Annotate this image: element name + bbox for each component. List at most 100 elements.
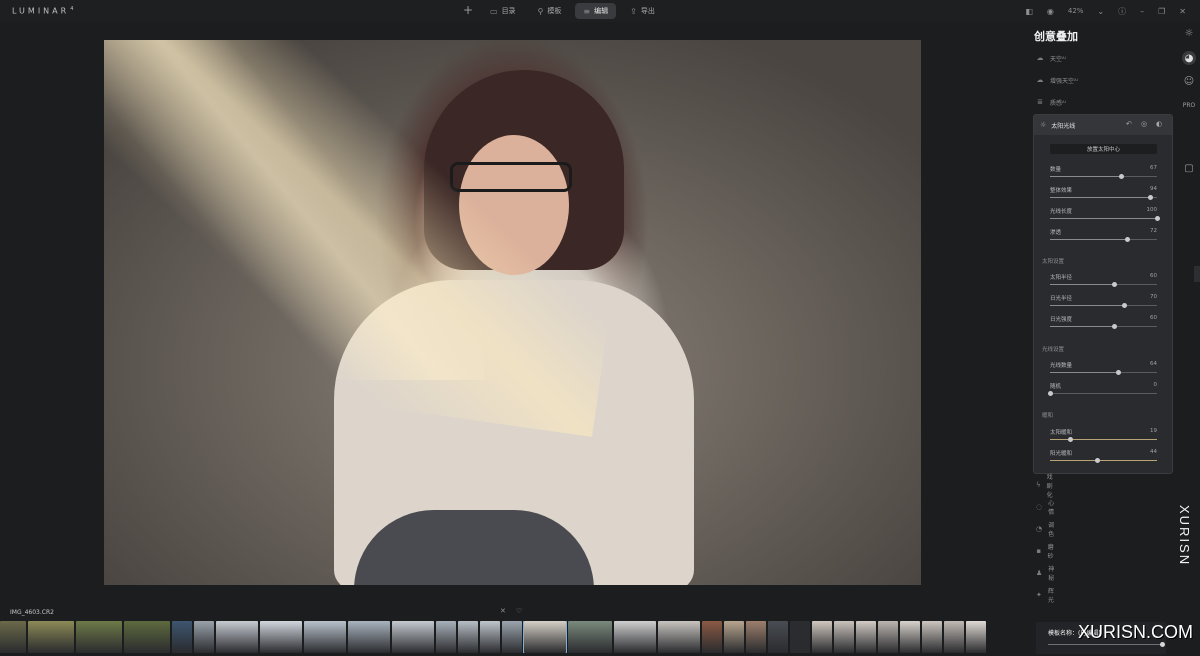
slider-knob[interactable] <box>1124 237 1130 242</box>
heart-icon[interactable]: ♡ <box>516 607 522 615</box>
filmstrip-thumbnail[interactable] <box>480 621 500 653</box>
tool-mood[interactable]: ◌ 心情 <box>1036 500 1056 516</box>
slider-knob[interactable] <box>1115 370 1121 375</box>
reset-icon[interactable]: ↶ <box>1126 120 1132 128</box>
tool-texture[interactable]: ≣ 质感ᴬᴵ <box>1036 95 1066 109</box>
slider-ray-count[interactable]: 光线数量 64 <box>1050 361 1157 379</box>
close-icon[interactable]: ✕ <box>1179 7 1186 16</box>
filmstrip-thumbnail[interactable] <box>124 621 170 653</box>
filmstrip-thumbnail[interactable] <box>568 621 612 653</box>
filmstrip-thumbnail[interactable] <box>172 621 192 653</box>
palette-icon[interactable]: ◕ <box>1182 51 1196 65</box>
tab-export[interactable]: ⇪ 导出 <box>622 3 663 19</box>
slider-ray-length[interactable]: 光线长度 100 <box>1050 207 1160 225</box>
filmstrip-thumbnail[interactable] <box>834 621 854 653</box>
slider-knob[interactable] <box>1148 195 1154 200</box>
filmstrip-thumbnail[interactable] <box>194 621 214 653</box>
slider-knob[interactable] <box>1067 437 1073 442</box>
filmstrip-thumbnail[interactable] <box>702 621 722 653</box>
watermark-vertical: XURISN <box>1177 505 1192 567</box>
filmstrip-thumbnail[interactable] <box>348 621 390 653</box>
filmstrip-thumbnail[interactable] <box>76 621 122 653</box>
filmstrip-thumbnail[interactable] <box>216 621 258 653</box>
slider-knob[interactable] <box>1154 216 1160 221</box>
filmstrip-thumbnail[interactable] <box>614 621 656 653</box>
smile-icon[interactable]: ☺ <box>1182 74 1196 88</box>
tool-augmented-sky[interactable]: ☁ 增强天空ᴬᴵ <box>1036 73 1078 87</box>
filmstrip-thumbnail[interactable] <box>392 621 434 653</box>
restore-icon[interactable]: ❐ <box>1158 7 1165 16</box>
slider-knob[interactable] <box>1111 324 1117 329</box>
filmstrip-thumbnail[interactable] <box>502 621 522 653</box>
slider-amount[interactable]: 数量 67 <box>1050 165 1157 183</box>
slider-label: 日光半径 <box>1050 296 1073 302</box>
slider-sun-warmth[interactable]: 太阳暖和 19 <box>1050 428 1157 446</box>
tool-mystical[interactable]: ♟ 神秘 <box>1036 566 1056 582</box>
filmstrip-thumbnail[interactable] <box>458 621 478 653</box>
visibility-toggle-icon[interactable]: ◐ <box>1156 120 1162 128</box>
sun-icon: ☼ <box>1040 121 1047 129</box>
tool-label: 神秘 <box>1048 566 1055 582</box>
tool-sky[interactable]: ☁ 天空ᴬᴵ <box>1036 51 1066 65</box>
filmstrip-thumbnail[interactable] <box>922 621 942 653</box>
slider-sunlight-strength[interactable]: 日光强度 60 <box>1050 315 1157 333</box>
tool-glow[interactable]: ✦ 辉光 <box>1036 588 1056 604</box>
photo-canvas[interactable] <box>104 40 921 585</box>
tool-dramatic[interactable]: ϟ 戏剧化 <box>1036 474 1056 499</box>
slider-penetration[interactable]: 渗透 72 <box>1050 228 1157 246</box>
filmstrip-thumbnail[interactable] <box>944 621 964 653</box>
share-icon: ⇪ <box>630 6 637 16</box>
sun-rays-effect-2 <box>104 40 484 380</box>
eye-icon[interactable]: ◉ <box>1047 7 1054 16</box>
compare-icon[interactable]: ◧ <box>1025 7 1033 16</box>
slider-rays-warmth[interactable]: 阳光暖和 44 <box>1050 449 1157 467</box>
slider-value: 67 <box>1150 165 1157 171</box>
filmstrip-thumbnail[interactable] <box>878 621 898 653</box>
tab-templates[interactable]: ⚲ 模板 <box>530 3 570 19</box>
info-icon[interactable]: ⓘ <box>1118 6 1126 17</box>
add-button[interactable]: + <box>463 3 473 17</box>
slider-knob[interactable] <box>1119 174 1125 179</box>
sun-icon[interactable]: ☼ <box>1182 26 1196 40</box>
filmstrip-thumbnail[interactable] <box>304 621 346 653</box>
filmstrip-thumbnail[interactable] <box>724 621 744 653</box>
slider-fill <box>1050 460 1098 461</box>
filmstrip-thumbnail[interactable] <box>790 621 810 653</box>
slider-sun-radius[interactable]: 太阳半径 60 <box>1050 273 1157 291</box>
chevron-down-icon[interactable]: ⌄ <box>1097 7 1104 16</box>
filmstrip-thumbnail[interactable] <box>260 621 302 653</box>
minimize-icon[interactable]: – <box>1140 7 1144 16</box>
slider-overall-look[interactable]: 整体效果 94 <box>1050 186 1157 204</box>
tab-edit[interactable]: ≡ 编辑 <box>575 3 617 19</box>
filmstrip-thumbnail[interactable] <box>856 621 876 653</box>
filmstrip-thumbnail[interactable] <box>900 621 920 653</box>
filmstrip-thumbnail[interactable] <box>768 621 788 653</box>
filmstrip-thumbnail[interactable] <box>812 621 832 653</box>
panel-edge-handle[interactable] <box>1194 266 1200 282</box>
place-sun-center-button[interactable]: 放置太阳中心 <box>1050 144 1157 154</box>
slider-knob[interactable] <box>1122 303 1128 308</box>
slider-knob[interactable] <box>1047 391 1053 396</box>
tool-toning[interactable]: ◔ 调色 <box>1036 522 1056 538</box>
layers-icon[interactable]: ▢ <box>1182 161 1196 175</box>
mask-icon[interactable]: ◎ <box>1141 120 1147 128</box>
filmstrip-thumbnail[interactable] <box>658 621 700 653</box>
slider-knob[interactable] <box>1111 282 1117 287</box>
filmstrip-thumbnail[interactable] <box>0 621 26 653</box>
filmstrip-thumbnail[interactable] <box>28 621 74 653</box>
tool-matte[interactable]: ▪ 磨砂 <box>1036 544 1056 560</box>
tool-label: 调色 <box>1048 522 1055 538</box>
filmstrip-thumbnail[interactable] <box>966 621 986 653</box>
tab-catalog[interactable]: ▭ 目录 <box>482 3 524 19</box>
filmstrip-thumbnail[interactable] <box>746 621 766 653</box>
pro-icon[interactable]: PRO <box>1182 98 1196 112</box>
filmstrip-thumbnail[interactable] <box>523 621 567 653</box>
sunrays-header[interactable]: ☼ 太阳光线 ↶ ◎ ◐ <box>1034 115 1172 135</box>
zoom-level[interactable]: 42% <box>1068 7 1084 15</box>
watermark-horizontal: XURISN.COM <box>1078 622 1194 642</box>
slider-knob[interactable] <box>1094 458 1100 463</box>
close-icon[interactable]: ✕ <box>500 607 506 615</box>
filmstrip-thumbnail[interactable] <box>436 621 456 653</box>
slider-randomize[interactable]: 随机 0 <box>1047 382 1157 400</box>
slider-sunlight-radius[interactable]: 日光半径 70 <box>1050 294 1157 312</box>
